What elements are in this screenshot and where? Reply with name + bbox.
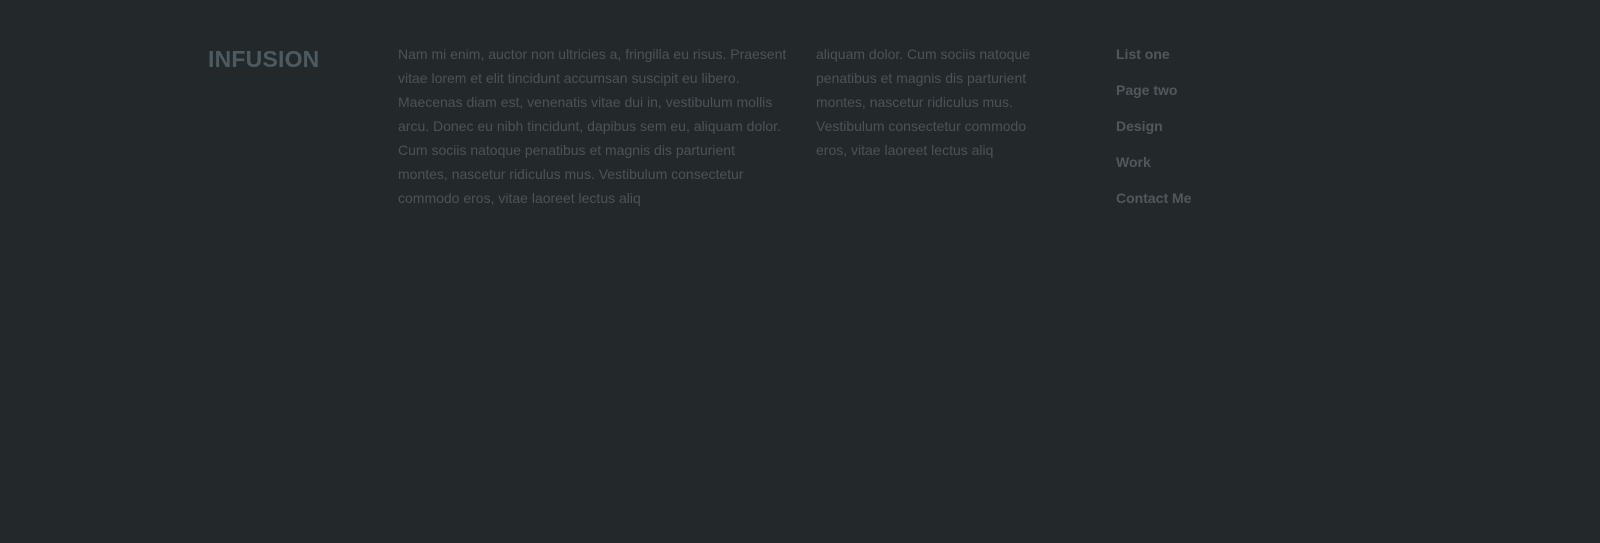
footer-nav-item: Work xyxy=(1116,150,1191,186)
footer-nav-item: List one xyxy=(1116,42,1191,78)
footer-link-design[interactable]: Design xyxy=(1116,118,1163,134)
footer-nav: List one Page two Design Work Contact Me xyxy=(1116,42,1191,222)
footer-link-page-two[interactable]: Page two xyxy=(1116,82,1177,98)
footer-text-column-two: aliquam dolor. Cum sociis natoque penati… xyxy=(816,46,1031,158)
footer-link-contact-me[interactable]: Contact Me xyxy=(1116,190,1191,206)
footer-nav-item: Design xyxy=(1116,114,1191,150)
footer-nav-item: Page two xyxy=(1116,78,1191,114)
footer-nav-item: Contact Me xyxy=(1116,186,1191,222)
footer-link-work[interactable]: Work xyxy=(1116,154,1151,170)
footer-text-column-one: Nam mi enim, auctor non ultricies a, fri… xyxy=(398,46,787,206)
footer-logo[interactable]: INFUSION xyxy=(208,44,320,74)
footer-link-list-one[interactable]: List one xyxy=(1116,46,1170,62)
site-footer: INFUSION Nam mi enim, auctor non ultrici… xyxy=(0,0,1600,543)
